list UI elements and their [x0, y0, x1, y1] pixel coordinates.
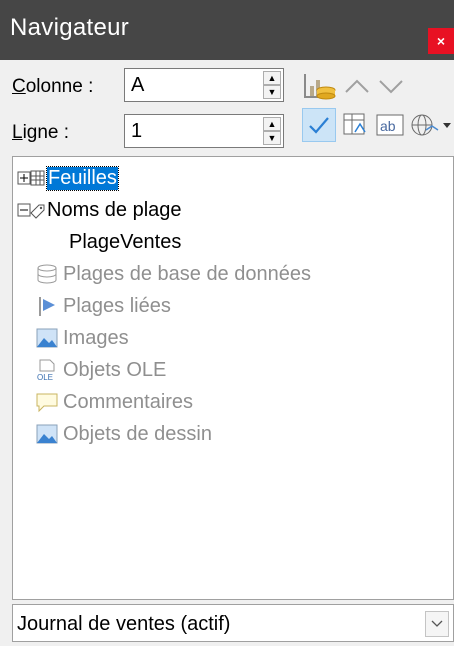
checkmark-icon: [309, 117, 329, 134]
column-decrement-button[interactable]: ▼: [263, 85, 281, 99]
tree-item-ole-objects[interactable]: OLE Objets OLE: [33, 355, 166, 385]
row-decrement-button[interactable]: ▼: [263, 131, 281, 145]
tree-item-label: Images: [63, 326, 129, 349]
data-range-icon[interactable]: [302, 70, 338, 102]
collapse-minus-icon[interactable]: [17, 198, 45, 222]
ole-object-icon: OLE: [33, 358, 61, 382]
column-increment-button[interactable]: ▲: [263, 71, 281, 85]
scenarios-icon[interactable]: [340, 110, 370, 140]
tree-item-label: Plages de base de données: [63, 262, 311, 285]
close-icon: ×: [436, 33, 446, 49]
row-spinbox[interactable]: 1 ▲ ▼: [124, 114, 284, 148]
tree-item-images[interactable]: Images: [33, 323, 129, 353]
tree-item-label: Plages liées: [63, 294, 171, 317]
previous-icon[interactable]: [342, 72, 372, 100]
image-icon: [33, 326, 61, 350]
tree-item-plage-ventes[interactable]: PlageVentes: [69, 227, 181, 257]
tree-item-sheets[interactable]: Feuilles: [17, 163, 119, 193]
tree-item-label: Feuilles: [46, 165, 119, 191]
title-bar: Navigateur ×: [0, 0, 454, 60]
next-icon[interactable]: [376, 72, 406, 100]
tree-item-label: Objets de dessin: [63, 422, 212, 445]
row-increment-button[interactable]: ▲: [263, 117, 281, 131]
row-label: Ligne :: [12, 122, 70, 143]
tree-item-comments[interactable]: Commentaires: [33, 387, 193, 417]
content-toggle-button[interactable]: [302, 108, 336, 142]
window-title: Navigateur: [10, 14, 130, 41]
flag-icon: [33, 294, 61, 318]
tree-item-linked-areas[interactable]: Plages liées: [33, 291, 171, 321]
expand-plus-icon[interactable]: [17, 166, 45, 190]
drag-mode-icon[interactable]: ab: [374, 110, 406, 140]
document-select-dropdown[interactable]: [408, 110, 454, 140]
navigator-tree[interactable]: Feuilles Noms de plage PlageVentes Plage…: [12, 156, 454, 600]
row-value[interactable]: 1: [131, 120, 142, 143]
close-button[interactable]: ×: [428, 28, 454, 54]
comment-icon: [33, 390, 61, 414]
tree-item-label: Noms de plage: [47, 198, 182, 221]
document-select-value: Journal de ventes (actif): [17, 613, 231, 635]
database-icon: [33, 262, 61, 286]
tree-item-label: Commentaires: [63, 390, 194, 413]
tree-item-label: PlageVentes: [69, 230, 182, 253]
column-label: Colonne :: [12, 76, 94, 97]
column-spinbox[interactable]: A ▲ ▼: [124, 68, 284, 102]
tree-item-label: Objets OLE: [63, 358, 167, 381]
svg-text:ab: ab: [380, 118, 396, 134]
tree-item-drawing-objects[interactable]: Objets de dessin: [33, 419, 212, 449]
tree-item-range-names[interactable]: Noms de plage: [17, 195, 182, 225]
drawing-object-icon: [33, 422, 61, 446]
document-select[interactable]: Journal de ventes (actif): [12, 604, 454, 642]
tree-item-database-ranges[interactable]: Plages de base de données: [33, 259, 311, 289]
chevron-down-icon[interactable]: [425, 611, 449, 637]
svg-text:OLE: OLE: [37, 373, 53, 381]
column-value[interactable]: A: [131, 74, 144, 97]
